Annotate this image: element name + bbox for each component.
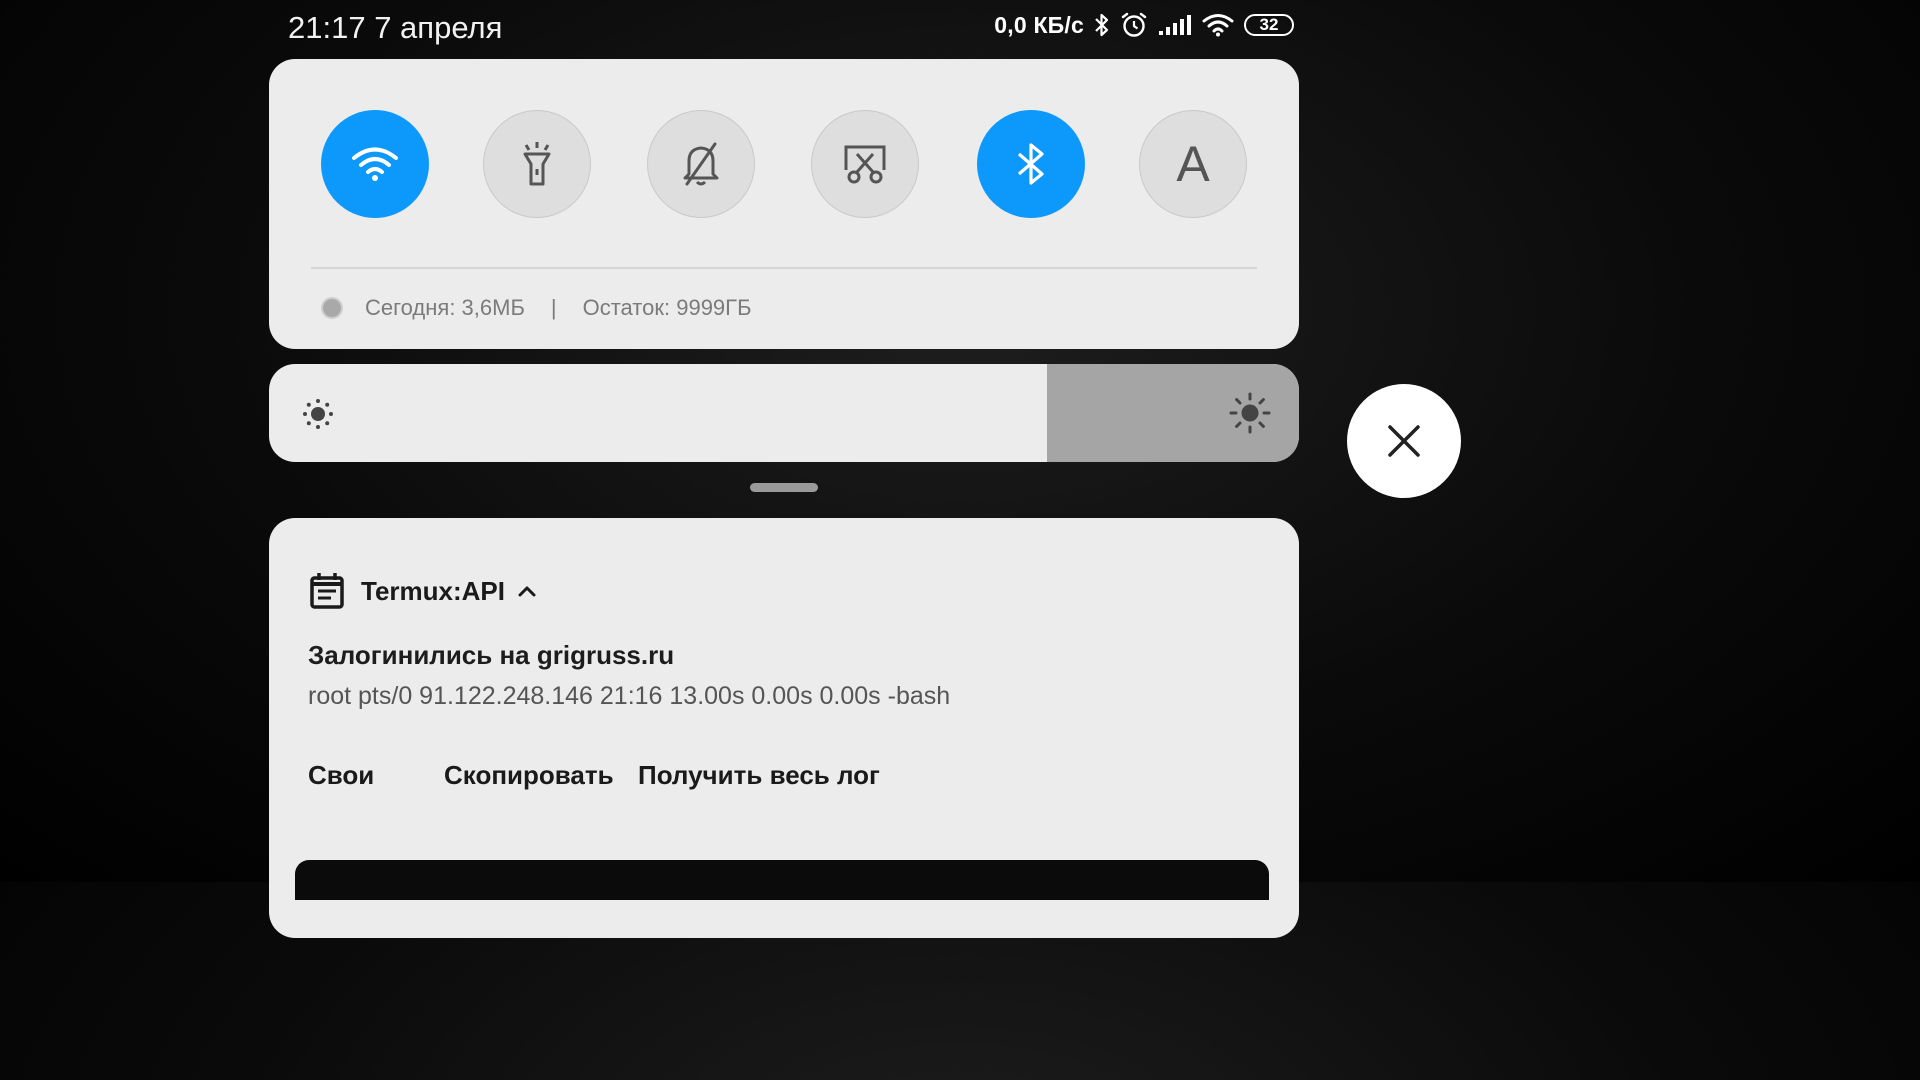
battery-level: 32	[1259, 15, 1279, 34]
status-bar: 21:17 7 апреля 0,0 КБ/с 32	[0, 0, 1568, 56]
action-copy-button[interactable]: Скопировать	[444, 760, 614, 791]
signal-icon	[1158, 14, 1192, 36]
data-separator: |	[550, 295, 557, 320]
clock: 21:17	[288, 10, 366, 45]
data-usage-row[interactable]: Сегодня: 3,6МБ | Остаток: 9999ГБ	[321, 295, 752, 321]
status-time: 21:17 7 апреля	[288, 10, 502, 46]
notification-header[interactable]: Termux:API	[309, 572, 537, 610]
divider	[311, 267, 1257, 269]
silent-toggle[interactable]	[647, 110, 755, 218]
letter-a-icon: A	[1176, 136, 1210, 192]
next-notification[interactable]	[295, 860, 1269, 900]
close-icon	[1388, 425, 1420, 457]
screenshot-icon	[844, 145, 886, 184]
flashlight-toggle[interactable]	[483, 110, 591, 218]
data-remaining: Остаток: 9999ГБ	[582, 295, 752, 320]
bluetooth-toggle[interactable]	[977, 110, 1085, 218]
calendar-icon	[310, 573, 344, 609]
app-name: Termux:API	[361, 575, 505, 606]
notification-body: root pts/0 91.122.248.146 21:16 13.00s 0…	[308, 682, 951, 710]
date: 7 апреля	[374, 10, 503, 45]
wifi-icon	[352, 147, 398, 181]
brightness-slider[interactable]	[269, 364, 1299, 462]
chevron-up-icon[interactable]	[517, 584, 537, 598]
status-icons: 0,0 КБ/с 32	[994, 11, 1294, 39]
brightness-high-icon	[1229, 392, 1271, 439]
auto-brightness-toggle[interactable]: A	[1139, 110, 1247, 218]
battery-icon: 32	[1244, 14, 1294, 36]
bell-off-icon	[683, 142, 719, 186]
data-usage-icon	[321, 297, 343, 319]
brightness-low-icon	[301, 397, 335, 436]
alarm-icon	[1120, 11, 1148, 39]
action-custom-button[interactable]: Свои	[308, 760, 374, 791]
wifi-toggle[interactable]	[321, 110, 429, 218]
drag-handle[interactable]	[750, 483, 818, 492]
screenshot-toggle[interactable]	[811, 110, 919, 218]
notification-title: Залогинились на grigruss.ru	[308, 640, 675, 670]
clear-all-button[interactable]	[1347, 384, 1461, 498]
data-today: Сегодня: 3,6МБ	[365, 295, 525, 320]
wifi-icon	[1202, 13, 1234, 37]
bluetooth-icon	[1017, 143, 1044, 185]
bluetooth-icon	[1094, 12, 1110, 38]
net-speed: 0,0 КБ/с	[994, 11, 1084, 38]
quick-settings-panel: A Сегодня: 3,6МБ | Остаток: 9999ГБ	[269, 59, 1299, 349]
action-get-log-button[interactable]: Получить весь лог	[638, 760, 880, 791]
flashlight-icon	[523, 142, 551, 186]
